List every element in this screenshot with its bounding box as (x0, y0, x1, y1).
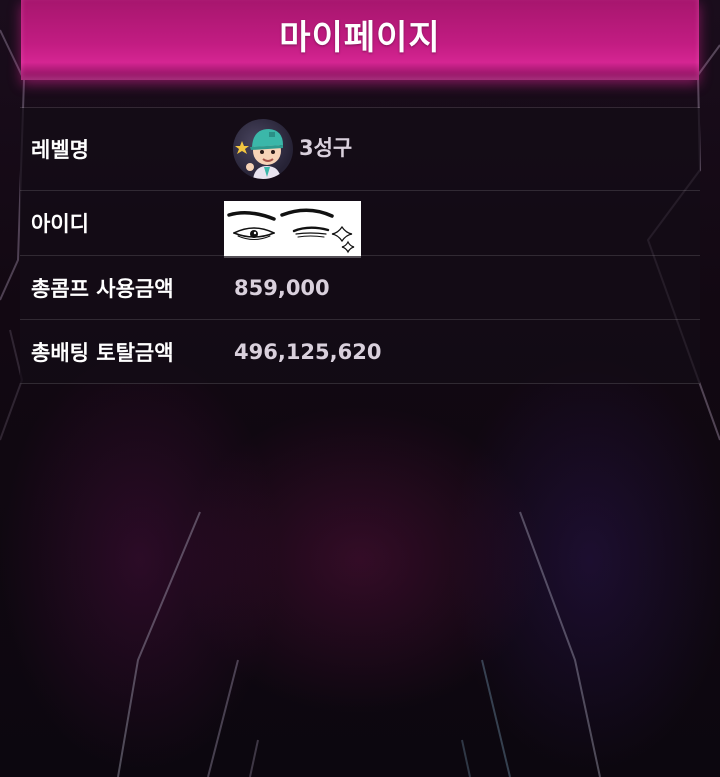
page-title: 마이페이지 (279, 17, 441, 58)
comp-total-label: 총콤프 사용금액 (31, 276, 174, 301)
profile-info-table: 레벨명 3성구 아이디 총콤프 사용금액 859,000 총배팅 토탈금액 49… (20, 107, 700, 384)
bet-total-value: 496,125,620 (234, 339, 382, 364)
page-header: 마이페이지 (21, 0, 699, 80)
comp-total-row: 총콤프 사용금액 859,000 (20, 256, 700, 320)
bet-total-label: 총배팅 토탈금액 (31, 340, 174, 365)
comp-total-value: 859,000 (234, 275, 330, 300)
id-row: 아이디 (20, 191, 700, 258)
mypage-screen: 마이페이지 레벨명 3성구 아이디 총콤프 사용금액 859,000 총배팅 토… (0, 0, 720, 777)
level-label: 레벨명 (31, 138, 89, 162)
level-name-text: 3성구 (299, 136, 353, 160)
level-avatar-icon (233, 119, 293, 179)
level-row: 레벨명 3성구 (20, 108, 700, 191)
id-image (224, 201, 361, 258)
level-value: 3성구 (233, 119, 352, 179)
id-label: 아이디 (31, 212, 89, 236)
bet-total-row: 총배팅 토탈금액 496,125,620 (20, 320, 700, 384)
